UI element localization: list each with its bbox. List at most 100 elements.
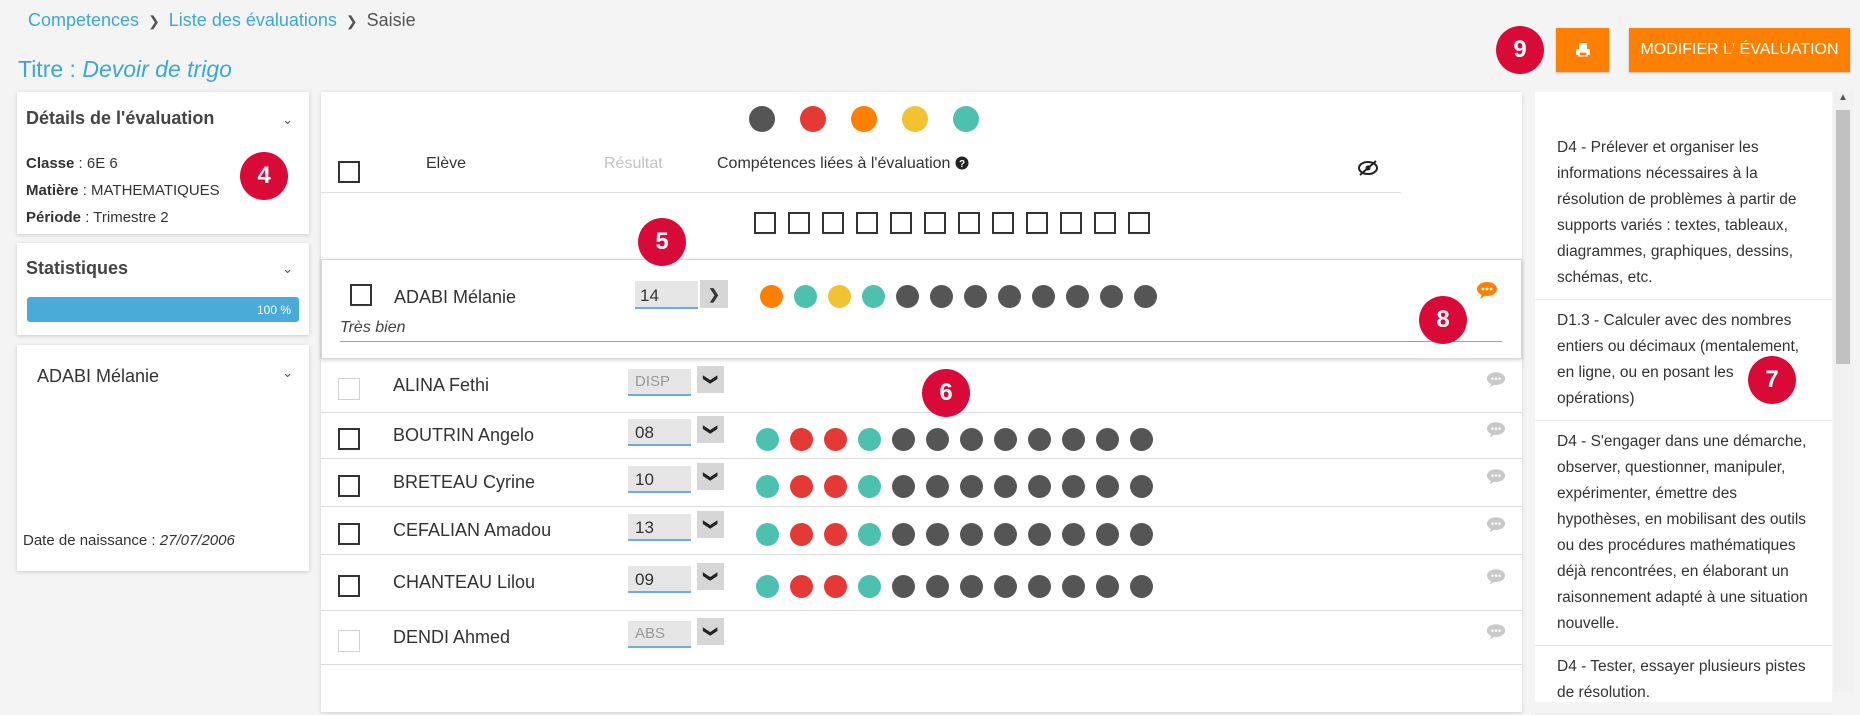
skill-dot-red[interactable]: [824, 428, 847, 451]
breadcrumb-link-competences[interactable]: Competences: [28, 10, 139, 30]
skill-dot-grey[interactable]: [926, 575, 949, 598]
skill-column-checkbox[interactable]: [1128, 212, 1150, 234]
skill-dot-grey[interactable]: [998, 285, 1021, 308]
row-checkbox[interactable]: [338, 630, 360, 652]
row-checkbox[interactable]: [338, 428, 360, 450]
chevron-down-icon[interactable]: ⌄: [282, 261, 293, 277]
skill-dot-teal[interactable]: [756, 575, 779, 598]
score-input[interactable]: ABS: [628, 621, 691, 648]
student-name[interactable]: ALINA Fethi: [393, 375, 489, 396]
score-input[interactable]: 09: [628, 566, 691, 593]
skill-dot-red[interactable]: [824, 523, 847, 546]
score-dropdown[interactable]: ❯: [697, 366, 724, 393]
table-row[interactable]: DENDI Ahmed ABS ❯: [321, 611, 1522, 665]
chevron-down-icon[interactable]: ⌄: [282, 112, 293, 128]
skill-dot-teal[interactable]: [756, 428, 779, 451]
skill-dot-grey[interactable]: [1096, 428, 1119, 451]
skill-dot-grey[interactable]: [960, 475, 983, 498]
skill-column-checkbox[interactable]: [754, 212, 776, 234]
skill-column-checkbox[interactable]: [822, 212, 844, 234]
skill-dot-grey[interactable]: [1062, 523, 1085, 546]
student-name[interactable]: DENDI Ahmed: [393, 627, 510, 648]
skill-dot-grey[interactable]: [1028, 428, 1051, 451]
skill-dot-grey[interactable]: [994, 428, 1017, 451]
skill-dot-grey[interactable]: [930, 285, 953, 308]
skill-dot-red[interactable]: [790, 475, 813, 498]
score-dropdown[interactable]: ❯: [697, 618, 724, 645]
score-dropdown[interactable]: ❯: [697, 463, 724, 490]
skill-dot-grey[interactable]: [960, 575, 983, 598]
skill-dot-red[interactable]: [790, 523, 813, 546]
legend-dot-red[interactable]: [800, 106, 826, 132]
skill-dot-grey[interactable]: [892, 428, 915, 451]
score-input[interactable]: 14: [635, 281, 698, 309]
skill-dot-grey[interactable]: [1096, 575, 1119, 598]
skill-dot-grey[interactable]: [1062, 475, 1085, 498]
eye-slash-icon[interactable]: [1357, 159, 1379, 177]
skill-dot-grey[interactable]: [926, 475, 949, 498]
skill-dot-grey[interactable]: [1028, 523, 1051, 546]
student-name[interactable]: CHANTEAU Lilou: [393, 572, 535, 593]
skill-dot-grey[interactable]: [892, 475, 915, 498]
table-row[interactable]: CEFALIAN Amadou 13 ❯: [321, 507, 1522, 555]
skill-dot-grey[interactable]: [994, 475, 1017, 498]
student-name[interactable]: BOUTRIN Angelo: [393, 425, 534, 446]
skill-dot-teal[interactable]: [794, 285, 817, 308]
skill-column-checkbox[interactable]: [890, 212, 912, 234]
table-row[interactable]: BRETEAU Cyrine 10 ❯: [321, 459, 1522, 507]
skill-dot-teal[interactable]: [858, 475, 881, 498]
skill-column-checkbox[interactable]: [992, 212, 1014, 234]
skill-column-checkbox[interactable]: [1060, 212, 1082, 234]
skill-dot-red[interactable]: [790, 428, 813, 451]
skill-dot-grey[interactable]: [1130, 575, 1153, 598]
skill-dot-red[interactable]: [824, 575, 847, 598]
question-circle-icon[interactable]: ?: [955, 156, 969, 170]
skill-dot-teal[interactable]: [756, 523, 779, 546]
score-dropdown[interactable]: ❯: [697, 563, 724, 590]
comment-icon[interactable]: [1486, 468, 1506, 485]
skill-dot-grey[interactable]: [1062, 428, 1085, 451]
skill-column-checkbox[interactable]: [924, 212, 946, 234]
skill-dot-grey[interactable]: [926, 428, 949, 451]
select-all-checkbox[interactable]: [338, 161, 360, 183]
comment-input[interactable]: Très bien: [340, 317, 1502, 342]
skill-column-checkbox[interactable]: [958, 212, 980, 234]
skill-description[interactable]: D4 - Tester, essayer plusieurs pistes de…: [1535, 646, 1832, 715]
score-dropdown[interactable]: ❯: [700, 280, 728, 308]
skill-dot-grey[interactable]: [1100, 285, 1123, 308]
score-input[interactable]: 10: [628, 466, 691, 493]
score-dropdown[interactable]: ❯: [697, 511, 724, 538]
comment-icon[interactable]: [1486, 568, 1506, 585]
skill-dot-grey[interactable]: [1096, 523, 1119, 546]
comment-icon[interactable]: [1486, 371, 1506, 388]
skill-column-checkbox[interactable]: [1094, 212, 1116, 234]
score-input[interactable]: 08: [628, 419, 691, 446]
comment-icon[interactable]: [1486, 623, 1506, 640]
skill-dot-grey[interactable]: [926, 523, 949, 546]
student-name[interactable]: BRETEAU Cyrine: [393, 472, 535, 493]
table-row[interactable]: CHANTEAU Lilou 09 ❯: [321, 555, 1522, 611]
skill-column-checkbox[interactable]: [788, 212, 810, 234]
row-checkbox[interactable]: [338, 523, 360, 545]
skill-dot-grey[interactable]: [994, 575, 1017, 598]
skill-dot-teal[interactable]: [858, 523, 881, 546]
scrollbar-thumb[interactable]: [1836, 110, 1850, 364]
skill-dot-grey[interactable]: [994, 523, 1017, 546]
row-checkbox[interactable]: [350, 284, 372, 306]
comment-icon[interactable]: [1486, 421, 1506, 438]
row-checkbox[interactable]: [338, 475, 360, 497]
score-input[interactable]: 13: [628, 514, 691, 541]
legend-dot-teal[interactable]: [953, 106, 979, 132]
skill-dot-orange[interactable]: [760, 285, 783, 308]
skill-column-checkbox[interactable]: [856, 212, 878, 234]
skill-dot-teal[interactable]: [858, 575, 881, 598]
selected-student-row[interactable]: ADABI Mélanie 14 ❯ Très bien: [321, 259, 1522, 359]
skill-column-checkbox[interactable]: [1026, 212, 1048, 234]
skill-dot-grey[interactable]: [964, 285, 987, 308]
skill-dot-grey[interactable]: [892, 575, 915, 598]
legend-dot-grey[interactable]: [749, 106, 775, 132]
skill-dot-grey[interactable]: [1028, 475, 1051, 498]
skill-dot-grey[interactable]: [1028, 575, 1051, 598]
skill-dot-grey[interactable]: [960, 523, 983, 546]
chevron-down-icon[interactable]: ⌄: [282, 365, 293, 381]
